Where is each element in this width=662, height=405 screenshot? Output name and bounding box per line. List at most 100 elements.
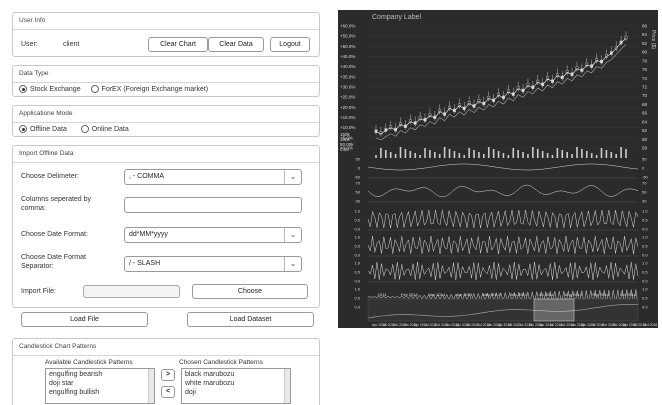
volume-bar <box>590 153 593 158</box>
patterns-panel: Candlestick Chart Patterns Available Can… <box>12 338 320 405</box>
chevron-down-icon: ⌄ <box>284 257 301 271</box>
forex-radio[interactable]: ForEX (Foreign Exchange market) <box>90 85 208 93</box>
clear-data-button[interactable]: Clear Data <box>208 37 264 52</box>
y-tick-label: +10.0% <box>340 125 355 130</box>
available-patterns-label: Available Candlestick Patterns <box>45 359 133 366</box>
indicator-tick-label: -50 <box>354 175 361 180</box>
x-tick-label: Aug 2014 <box>565 292 583 297</box>
stock-chart[interactable]: Company Label Price ($) +60.0% +55.0% +50.… <box>338 10 658 328</box>
indicator-tick-label-right: 1.0 <box>642 209 648 214</box>
indicator-line <box>367 235 639 255</box>
scrollbar[interactable] <box>284 369 290 403</box>
volume-bar <box>595 155 598 158</box>
volume-bar <box>517 150 519 158</box>
y-tick-label-right: 66 <box>642 111 648 116</box>
price-axis-label: Price ($) <box>650 30 656 49</box>
date-format-label: Choose Date Format: <box>21 231 88 238</box>
volume-bar <box>473 150 475 158</box>
x-tick-label: Jul 2014 <box>538 292 554 297</box>
volume-bar <box>502 153 505 158</box>
chart-title: Company Label <box>372 14 421 21</box>
indicator-tick-label: 0.0 <box>354 305 360 310</box>
y-tick-label-right: 70 <box>642 93 648 98</box>
y-tick-label: +45.0% <box>340 54 355 59</box>
list-item[interactable]: doji star <box>49 379 151 388</box>
chevron-left-icon: < <box>165 388 171 395</box>
volume-bar <box>576 147 578 158</box>
y-tick-label: +20.0% <box>340 105 355 110</box>
panel-title: Candlestick Chart Patterns <box>13 339 319 356</box>
volume-bar <box>404 149 407 158</box>
chosen-patterns-list[interactable]: black marubozu white marubozu doji <box>181 368 291 404</box>
delimiter-label: Choose Delimeter: <box>21 173 79 180</box>
import-panel: Import Offline Data Choose Delimeter: , … <box>12 145 320 308</box>
list-item[interactable]: doji <box>185 388 287 397</box>
indicator-tick-label-right: 0.5 <box>642 244 648 249</box>
navigator-range-handle[interactable] <box>533 298 575 322</box>
load-dataset-button[interactable]: Load Dataset <box>187 312 314 327</box>
chart-svg: Company Label Price ($) +60.0% +55.0% +50.… <box>340 14 657 327</box>
date-separator-select[interactable]: / - SLASH ⌄ <box>124 256 302 272</box>
indicator-tick-label-right: 1.0 <box>642 261 648 266</box>
series-line <box>375 37 627 135</box>
volume-bar <box>385 150 387 158</box>
list-item[interactable]: engulfing bearish <box>49 370 151 379</box>
panel-title: Data Type <box>13 66 319 83</box>
indicator-tick-label: 0.0 <box>354 279 360 284</box>
list-item[interactable]: engulfing bullish <box>49 388 151 397</box>
user-value: client <box>63 41 80 48</box>
indicator-tick-label-right: 30 <box>642 199 647 204</box>
delimiter-select[interactable]: , - COMMA ⌄ <box>124 169 302 185</box>
y-tick-label-right: 68 <box>642 102 648 107</box>
volume-bar <box>389 152 392 158</box>
y-tick-label: +40.0% <box>340 64 355 69</box>
indicator-line <box>367 163 639 171</box>
columns-input-box[interactable] <box>124 197 302 213</box>
x-tick-label: 2014 <box>378 292 388 297</box>
x-tick-label: Apr 2014 <box>456 292 473 297</box>
indicator-tick-label: 1.0 <box>354 209 360 214</box>
volume-label: 0.00 <box>340 147 349 152</box>
volume-bar <box>453 151 456 158</box>
clear-chart-button[interactable]: Clear Chart <box>148 37 208 52</box>
volume-bar <box>600 148 603 158</box>
load-file-button[interactable]: Load File <box>21 312 148 327</box>
panel-title: Applicatione Mode <box>13 106 319 123</box>
list-item[interactable]: black marubozu <box>185 370 287 379</box>
panel-title: User Info <box>13 13 319 30</box>
volume-bar <box>610 152 613 158</box>
stock-exchange-radio[interactable]: Stock Exchange <box>19 85 81 93</box>
volume-bar <box>551 155 554 158</box>
indicator-tick-label-right: 0.0 <box>642 253 648 258</box>
volume-bar <box>458 153 461 158</box>
date-format-select[interactable]: dd*MM*yyyy ⌄ <box>124 227 302 243</box>
available-patterns-list[interactable]: engulfing bearish doji star engulfing bull… <box>45 368 155 404</box>
indicator-tick-label-right: 0 <box>642 166 645 171</box>
y-tick-label: +30.0% <box>340 85 355 90</box>
indicator-tick-label: 1.0 <box>354 287 360 292</box>
navigator[interactable]: 2014 Feb 2014 Mar 2014 Apr 2014 May 2014 Jun … <box>367 292 657 327</box>
volume-bar <box>409 151 412 158</box>
import-file-path <box>83 285 180 298</box>
remove-pattern-button[interactable]: < <box>161 386 175 398</box>
volume-bar <box>487 147 490 158</box>
online-data-radio[interactable]: Online Data <box>80 125 129 133</box>
list-item[interactable]: white marubozu <box>185 379 287 388</box>
indicator-tick-label-right: 0.0 <box>642 305 648 310</box>
indicator-tick-label: 30 <box>356 199 361 204</box>
indicator-line <box>367 261 639 281</box>
indicator-tick-label-right: 50 <box>642 190 647 195</box>
volume-bar <box>556 148 559 158</box>
indicator-tick-label: 50 <box>356 157 361 162</box>
y-tick-label-right: 76 <box>642 67 648 72</box>
add-pattern-button[interactable]: > <box>161 369 175 381</box>
indicator-tick-label: 0.5 <box>354 270 360 275</box>
indicator-tick-label-right: 0.0 <box>642 279 648 284</box>
offline-data-radio[interactable]: Offline Data <box>19 125 67 133</box>
choose-file-button[interactable]: Choose <box>192 284 308 299</box>
logout-button[interactable]: Logout <box>270 37 310 52</box>
indicator-line <box>367 209 639 229</box>
indicator-tick-label-right: 70 <box>642 181 647 186</box>
volume-bar <box>585 151 588 158</box>
scrollbar[interactable] <box>148 369 154 403</box>
